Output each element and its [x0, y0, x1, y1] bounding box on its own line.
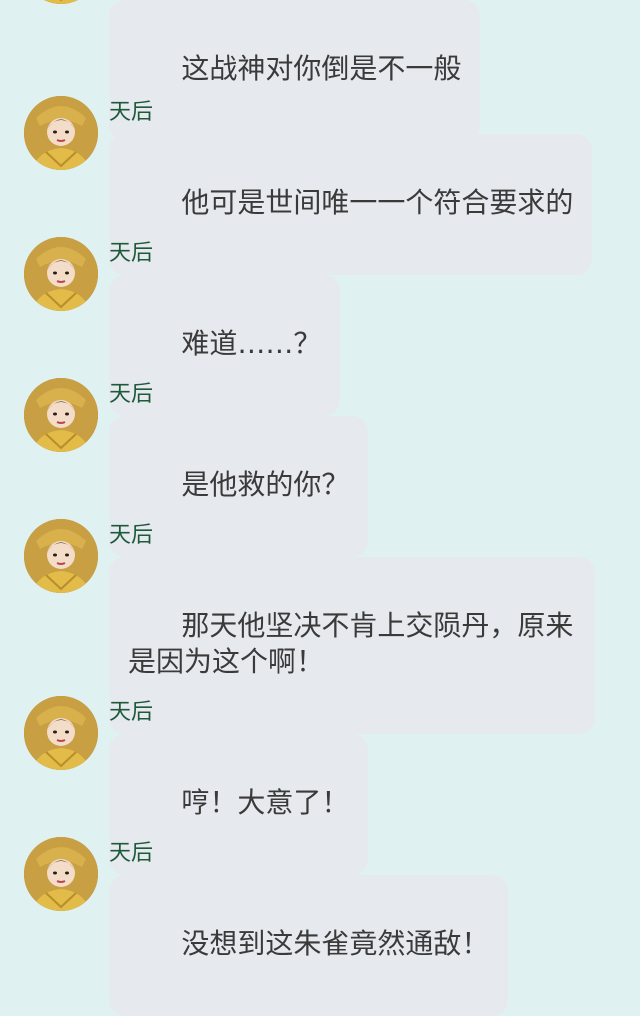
avatar-icon [24, 696, 98, 770]
sender-name: 天后 [109, 382, 154, 407]
avatar[interactable] [24, 519, 98, 593]
avatar[interactable] [24, 0, 98, 4]
avatar-icon [24, 237, 98, 311]
message-text: 是他救的你？ [181, 468, 350, 501]
sender-name: 天后 [109, 700, 154, 725]
avatar[interactable] [24, 378, 98, 452]
sender-name: 天后 [109, 523, 154, 548]
message-bubble[interactable]: 没想到这朱雀竟然通敌！ [109, 875, 509, 1016]
message-text: 难道……？ [181, 327, 322, 360]
avatar-icon [24, 378, 98, 452]
sender-name: 天后 [109, 841, 154, 866]
avatar-icon [24, 96, 98, 170]
message-text: 哼！大意了！ [181, 786, 350, 819]
avatar[interactable] [24, 237, 98, 311]
message-text: 他可是世间唯一一个符合要求的 [181, 186, 574, 219]
avatar[interactable] [24, 96, 98, 170]
message-bubble[interactable]: 这战神对你倒是不一般 [109, 0, 481, 141]
message-bubble[interactable]: 那天他坚决不肯上交陨丹，原来是因为这个啊！ [109, 557, 595, 734]
message-text: 这战神对你倒是不一般 [181, 52, 462, 85]
chat-thread: 这战神对你倒是不一般 天后 他可是世间唯一一个符合要求的 天后 难道……？ 天后… [0, 0, 640, 1016]
sender-name: 天后 [109, 100, 154, 125]
avatar[interactable] [24, 837, 98, 911]
message-text: 那天他坚决不肯上交陨丹，原来是因为这个啊！ [128, 609, 574, 678]
avatar-icon [24, 0, 98, 4]
avatar-icon [24, 519, 98, 593]
sender-name: 天后 [109, 241, 154, 266]
avatar[interactable] [24, 696, 98, 770]
message-bubble[interactable]: 他可是世间唯一一个符合要求的 [109, 134, 593, 275]
message-text: 没想到这朱雀竟然通敌！ [181, 927, 490, 960]
avatar-icon [24, 837, 98, 911]
